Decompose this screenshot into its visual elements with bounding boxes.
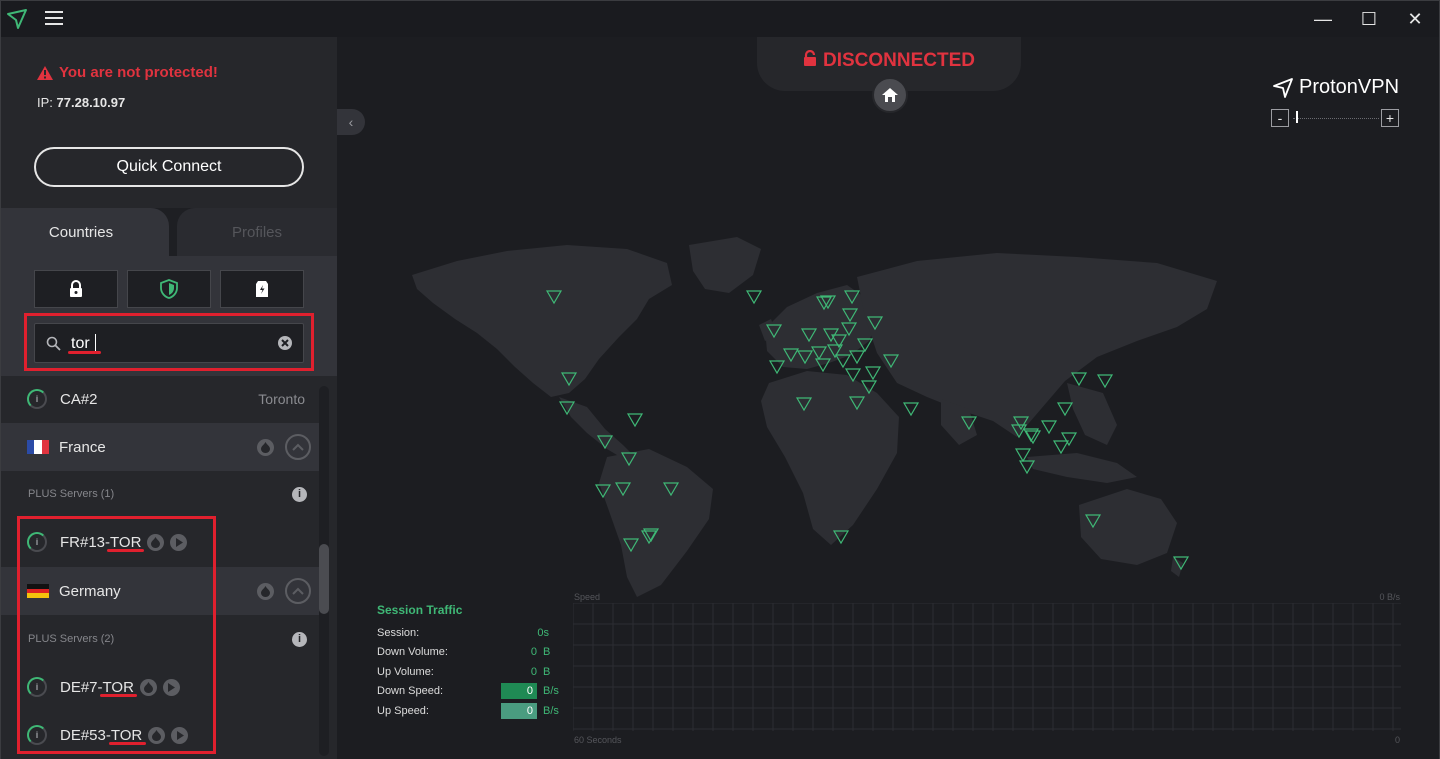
server-marker-icon[interactable]	[745, 290, 763, 305]
ip-label: IP:	[37, 95, 53, 110]
server-marker-icon[interactable]	[1040, 420, 1058, 435]
title-bar: — ☐ ✕	[1, 1, 1439, 37]
maximize-button[interactable]: ☐	[1349, 5, 1389, 33]
proton-logo-icon	[1273, 77, 1293, 98]
down-volume-row: Down Volume: 0 B	[377, 646, 551, 659]
server-marker-icon[interactable]	[864, 366, 882, 381]
brand-name: ProtonVPN	[1299, 76, 1400, 98]
warning-icon	[37, 65, 53, 80]
tor-underline-de53	[109, 742, 146, 745]
shield-icon	[160, 279, 178, 299]
up-speed-row: Up Speed: 0 B/s	[377, 702, 559, 719]
tor-feature-icon	[257, 438, 274, 456]
sidebar: You are not protected! IP: 77.28.10.97 Q…	[1, 37, 337, 759]
proton-logo-icon	[7, 9, 27, 29]
plus-filter-button[interactable]	[127, 270, 211, 308]
france-flag-icon	[27, 440, 49, 454]
hamburger-menu-icon[interactable]	[45, 11, 63, 27]
server-marker-icon[interactable]	[902, 402, 920, 417]
speed-graph: Speed 0 B/s 60 Seconds 0	[572, 592, 1403, 745]
tor-feature-icon	[257, 582, 274, 600]
country-name: France	[59, 438, 106, 456]
up-volume-row: Up Volume: 0 B	[377, 665, 551, 678]
tab-profiles[interactable]: Profiles	[177, 208, 337, 256]
secure-core-filter-button[interactable]	[34, 270, 118, 308]
search-underline	[68, 351, 101, 354]
session-traffic-panel: Session Traffic Session: 0s Down Volume: 0…	[377, 603, 577, 721]
info-icon[interactable]: i	[292, 631, 307, 647]
server-marker-icon[interactable]	[1014, 448, 1032, 463]
country-row-france[interactable]: France	[1, 423, 319, 471]
protection-warning: You are not protected!	[37, 64, 218, 81]
graph-time-right: 0	[1394, 735, 1400, 745]
collapse-sidebar-button[interactable]: ‹	[337, 109, 365, 135]
home-button[interactable]	[872, 77, 908, 113]
server-city: Toronto	[258, 391, 305, 407]
graph-speed-max: 0 B/s	[1379, 592, 1400, 602]
group-label: PLUS Servers (1)	[28, 488, 115, 500]
info-icon[interactable]: i	[292, 486, 307, 502]
quick-connect-button[interactable]: Quick Connect	[34, 147, 304, 187]
session-value: 0s	[537, 626, 549, 639]
zoom-in-button[interactable]: +	[1381, 109, 1399, 127]
tor-underline-de7	[100, 694, 137, 697]
graph-time-left: 60 Seconds	[574, 735, 622, 745]
server-marker-icon[interactable]	[1096, 374, 1114, 389]
collapse-france-chevron-icon[interactable]	[285, 434, 311, 460]
traffic-title: Session Traffic	[377, 603, 463, 617]
tor-underline-fr13	[107, 549, 144, 552]
zoom-control: - +	[1269, 109, 1401, 127]
graph-grid	[572, 602, 1401, 731]
home-icon	[882, 88, 898, 102]
server-row-ca2[interactable]: i CA#2 Toronto	[1, 376, 319, 422]
zoom-slider-thumb[interactable]	[1296, 111, 1298, 123]
search-highlight-box	[24, 313, 314, 371]
zoom-out-button[interactable]: -	[1271, 109, 1289, 127]
tab-countries[interactable]: Countries	[1, 208, 169, 256]
collapse-germany-chevron-icon[interactable]	[285, 578, 311, 604]
app-window: — ☐ ✕ You are not protected! IP: 77.28.1…	[0, 0, 1440, 759]
list-scrollbar[interactable]	[319, 386, 329, 756]
plus-servers-group-france: PLUS Servers (1) i	[1, 471, 319, 517]
server-marker-icon[interactable]	[1070, 372, 1088, 387]
server-marker-icon[interactable]	[1052, 440, 1070, 455]
connection-status: DISCONNECTED	[757, 49, 1021, 72]
server-load-icon: i	[27, 389, 47, 409]
close-button[interactable]: ✕	[1395, 5, 1435, 33]
minimize-button[interactable]: —	[1303, 5, 1343, 33]
unlocked-icon	[803, 49, 816, 66]
server-marker-icon[interactable]	[1056, 402, 1074, 417]
server-marker-icon[interactable]	[1060, 432, 1078, 447]
graph-speed-label: Speed	[574, 592, 601, 602]
tab-bar: Countries Profiles	[1, 208, 337, 256]
server-marker-icon[interactable]	[626, 413, 644, 428]
session-row: Session: 0s	[377, 626, 549, 639]
ip-value: 77.28.10.97	[56, 95, 126, 110]
scrollbar-thumb[interactable]	[319, 544, 329, 614]
map-area: ‹ DISCONNECTED ProtonVPN - + Session Tra…	[337, 37, 1439, 759]
lock-icon	[70, 280, 82, 297]
server-name: CA#2	[60, 390, 98, 408]
p2p-icon	[256, 281, 268, 297]
zoom-track[interactable]	[1293, 118, 1379, 119]
ip-address: IP: 77.28.10.97	[37, 95, 125, 110]
down-speed-row: Down Speed: 0 B/s	[377, 683, 559, 700]
p2p-filter-button[interactable]	[220, 270, 304, 308]
warning-text: You are not protected!	[59, 64, 218, 81]
brand-logo: ProtonVPN	[1273, 76, 1399, 99]
